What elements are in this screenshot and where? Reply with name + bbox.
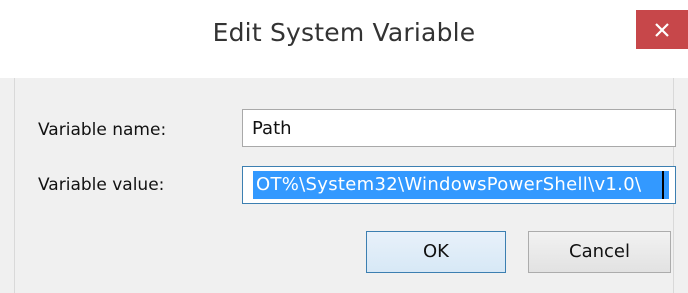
edit-system-variable-dialog: Edit System Variable Variable name: Path… bbox=[0, 0, 688, 293]
text-caret bbox=[662, 171, 664, 199]
ok-button[interactable]: OK bbox=[366, 231, 506, 273]
variable-value-field[interactable]: OT%\System32\WindowsPowerShell\v1.0\ bbox=[242, 166, 676, 204]
variable-name-field[interactable]: Path bbox=[242, 109, 676, 147]
dialog-title: Edit System Variable bbox=[212, 18, 476, 47]
close-button[interactable] bbox=[636, 10, 688, 49]
cancel-button[interactable]: Cancel bbox=[528, 231, 671, 273]
variable-name-text: Path bbox=[252, 118, 292, 139]
variable-name-label: Variable name: bbox=[38, 120, 167, 140]
variable-value-text: OT%\System32\WindowsPowerShell\v1.0\ bbox=[256, 174, 642, 195]
title-bar[interactable]: Edit System Variable bbox=[0, 0, 688, 78]
variable-value-label: Variable value: bbox=[38, 175, 165, 195]
close-icon bbox=[655, 23, 669, 37]
